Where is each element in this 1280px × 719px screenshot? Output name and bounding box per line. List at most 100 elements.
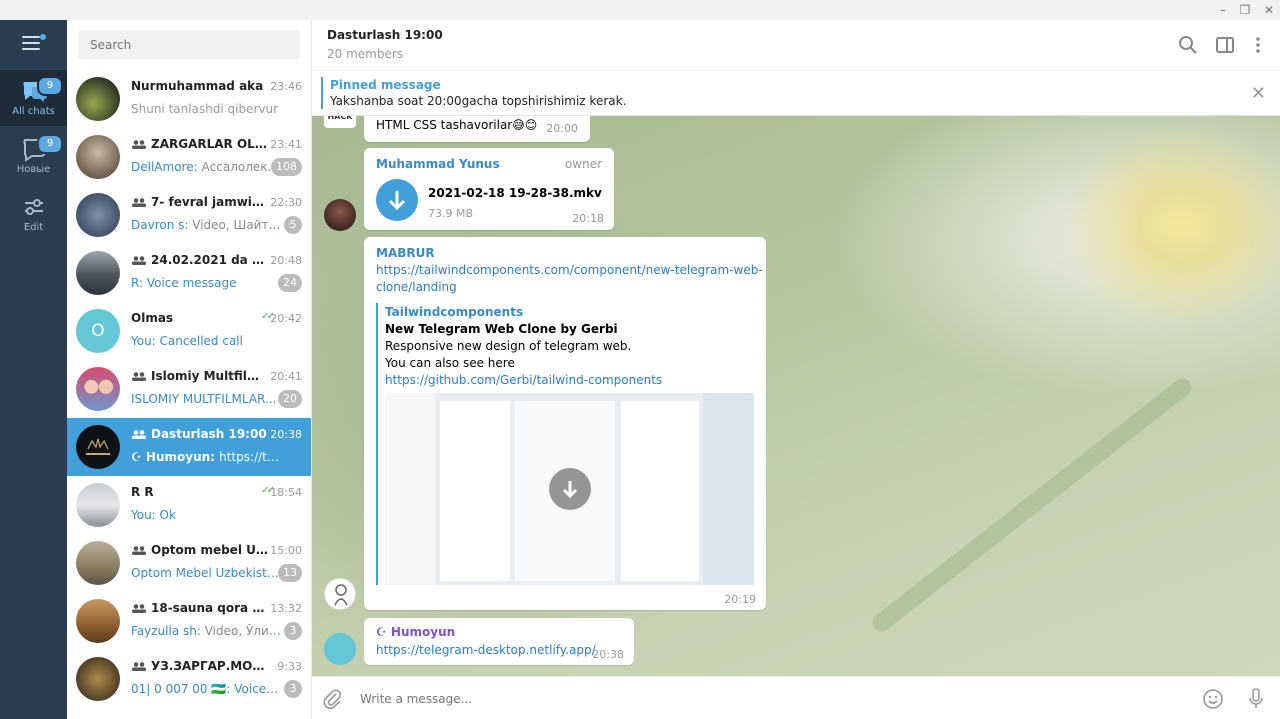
group-icon bbox=[132, 662, 146, 671]
search-input[interactable] bbox=[78, 30, 300, 59]
chat-name: Dasturlash 19:00 bbox=[131, 427, 271, 441]
message-time: 20:00 bbox=[546, 122, 578, 135]
avatar-initial: O bbox=[76, 309, 120, 353]
chat-list: Nurmuhammad aka 23:46 Shuni tanlashdi qi… bbox=[67, 20, 312, 719]
window-titlebar: – ❐ ✕ bbox=[0, 0, 1280, 20]
chat-preview: DellAmore: Ассалолек... bbox=[131, 160, 279, 174]
chat-name: УЗ.ЗАРГАР.МОДЕ... bbox=[131, 659, 271, 673]
maximize-button[interactable]: ❐ bbox=[1234, 0, 1256, 20]
background-decoration bbox=[868, 374, 1196, 636]
chat-time: 20:42 bbox=[270, 312, 302, 325]
message-bubble[interactable]: HTML CSS tashavorilar😅😊 20:00 bbox=[364, 116, 590, 142]
chat-name: Optom mebel Uzb... bbox=[131, 543, 271, 557]
preview-image[interactable] bbox=[385, 393, 754, 585]
message-sender: ☪ Humoyun bbox=[376, 625, 456, 639]
avatar bbox=[76, 541, 120, 585]
close-pinned-icon[interactable]: ✕ bbox=[1251, 83, 1266, 104]
group-icon bbox=[132, 430, 146, 439]
chat-item[interactable]: R R ✓✓ 18:54 You: Ok bbox=[67, 476, 311, 534]
chat-preview: Optom Mebel Uzbekista... bbox=[131, 566, 281, 580]
chat-name: Nurmuhammad aka bbox=[131, 79, 264, 93]
chat-item-selected[interactable]: Dasturlash 19:00 20:38 ☪ Humoyun: https:… bbox=[67, 418, 311, 476]
chat-time: 15:00 bbox=[270, 544, 302, 557]
chat-preview: Davron s: Video, Шайтон... bbox=[131, 218, 281, 232]
hamburger-menu-icon[interactable] bbox=[22, 34, 46, 56]
avatar bbox=[324, 578, 356, 610]
message-time: 20:18 bbox=[572, 212, 604, 225]
chat-time: 22:30 bbox=[270, 196, 302, 209]
download-overlay-button[interactable] bbox=[549, 468, 591, 510]
chat-item[interactable]: 24.02.2021 da Nur... 20:48 R: Voice mess… bbox=[67, 244, 311, 302]
avatar bbox=[76, 251, 120, 295]
close-window-button[interactable]: ✕ bbox=[1258, 0, 1280, 20]
chat-time: 23:41 bbox=[270, 138, 302, 151]
unread-badge: 5 bbox=[284, 216, 302, 234]
preview-title: New Telegram Web Clone by Gerbi bbox=[385, 322, 618, 336]
chat-time: 18:54 bbox=[270, 486, 302, 499]
unread-badge: 3 bbox=[284, 680, 302, 698]
preview-description: You can also see here bbox=[385, 356, 515, 370]
chat-preview: ISLOMIY MULTFILMLAR... bbox=[131, 392, 277, 406]
chat-item[interactable]: ZARGARLAR OLAMI 23:41 DellAmore: Ассалол… bbox=[67, 128, 311, 186]
chat-name: ZARGARLAR OLAMI bbox=[131, 137, 271, 151]
folder-edit[interactable]: Edit bbox=[0, 186, 67, 242]
message-sender: MABRUR bbox=[376, 246, 435, 260]
preview-site: Tailwindcomponents bbox=[385, 305, 524, 319]
message-input[interactable] bbox=[360, 689, 1180, 709]
unread-badge: 24 bbox=[278, 274, 302, 292]
emoji-icon[interactable] bbox=[1202, 688, 1224, 710]
group-icon bbox=[132, 604, 146, 613]
chat-item[interactable]: 7- fevral jamwid c... 22:30 Davron s: Vi… bbox=[67, 186, 311, 244]
member-count: 20 members bbox=[327, 47, 404, 61]
search-icon[interactable] bbox=[1178, 35, 1198, 55]
message-bubble[interactable]: Muhammad Yunus owner 2021-02-18 19-28-38… bbox=[364, 148, 614, 230]
avatar bbox=[324, 199, 356, 231]
avatar bbox=[76, 193, 120, 237]
chat-preview: 01| 0 007 00 🇺🇿: Voice m... bbox=[131, 682, 281, 696]
more-options-icon[interactable] bbox=[1248, 35, 1268, 55]
avatar bbox=[76, 483, 120, 527]
chat-preview: You: Ok bbox=[131, 508, 176, 522]
file-size: 73.9 MB bbox=[428, 207, 474, 220]
chat-item[interactable]: O Olmas ✓✓ 20:42 You: Cancelled call bbox=[67, 302, 311, 360]
avatar bbox=[76, 657, 120, 701]
message-time: 20:38 bbox=[592, 648, 624, 661]
chat-item[interactable]: Islomiy Multfilml... 20:41 ISLOMIY MULTF… bbox=[67, 360, 311, 418]
microphone-icon[interactable] bbox=[1246, 687, 1266, 711]
conversation-header[interactable]: Dasturlash 19:00 20 members bbox=[312, 20, 1280, 71]
minimize-button[interactable]: – bbox=[1212, 0, 1234, 20]
message-bubble[interactable]: MABRUR https://tailwindcomponents.com/co… bbox=[364, 237, 766, 610]
chat-item[interactable]: УЗ.ЗАРГАР.МОДЕ... 9:33 01| 0 007 00 🇺🇿: … bbox=[67, 650, 311, 708]
chat-item[interactable]: Nurmuhammad aka 23:46 Shuni tanlashdi qi… bbox=[67, 70, 311, 128]
sidebar-toggle-icon[interactable] bbox=[1215, 35, 1235, 55]
preview-description: Responsive new design of telegram web. bbox=[385, 339, 632, 353]
chat-item[interactable]: Optom mebel Uzb... 15:00 Optom Mebel Uzb… bbox=[67, 534, 311, 592]
message-link[interactable]: https://telegram-desktop.netlify.app/ bbox=[376, 643, 596, 657]
folder-label: All chats bbox=[12, 106, 55, 117]
preview-bar bbox=[376, 303, 378, 585]
download-button[interactable] bbox=[376, 179, 418, 221]
avatar bbox=[76, 425, 120, 469]
avatar bbox=[76, 599, 120, 643]
avatar bbox=[76, 367, 120, 411]
chat-time: 20:38 bbox=[270, 428, 302, 441]
pinned-message[interactable]: Pinned message Yakshanba soat 20:00gacha… bbox=[312, 71, 1280, 116]
chat-item[interactable]: 18-sauna qora qa... 13:32 Fayzulla sh: V… bbox=[67, 592, 311, 650]
group-icon bbox=[132, 372, 146, 381]
folder-rail: 9 All chats 9 Новые Edit bbox=[0, 20, 67, 719]
message-composer bbox=[312, 676, 1280, 719]
chat-time: 23:46 bbox=[270, 80, 302, 93]
folder-new[interactable]: 9 Новые bbox=[0, 128, 67, 184]
conversation-title: Dasturlash 19:00 bbox=[327, 28, 443, 42]
message-bubble[interactable]: ☪ Humoyun https://telegram-desktop.netli… bbox=[364, 618, 634, 665]
attach-icon[interactable] bbox=[322, 688, 342, 710]
avatar bbox=[76, 135, 120, 179]
message-link[interactable]: https://tailwindcomponents.com/component… bbox=[376, 263, 763, 294]
chat-preview: Shuni tanlashdi qibervur bbox=[131, 102, 279, 116]
chat-time: 13:32 bbox=[270, 602, 302, 615]
chat-background: STUDHACK HTML CSS tashavorilar😅😊 20:00 M… bbox=[312, 116, 1280, 676]
preview-link[interactable]: https://github.com/Gerbi/tailwind-compon… bbox=[385, 373, 662, 387]
file-name: 2021-02-18 19-28-38.mkv bbox=[428, 186, 602, 200]
message-sender: Muhammad Yunus bbox=[376, 157, 500, 171]
folder-all-chats[interactable]: 9 All chats bbox=[0, 70, 67, 126]
